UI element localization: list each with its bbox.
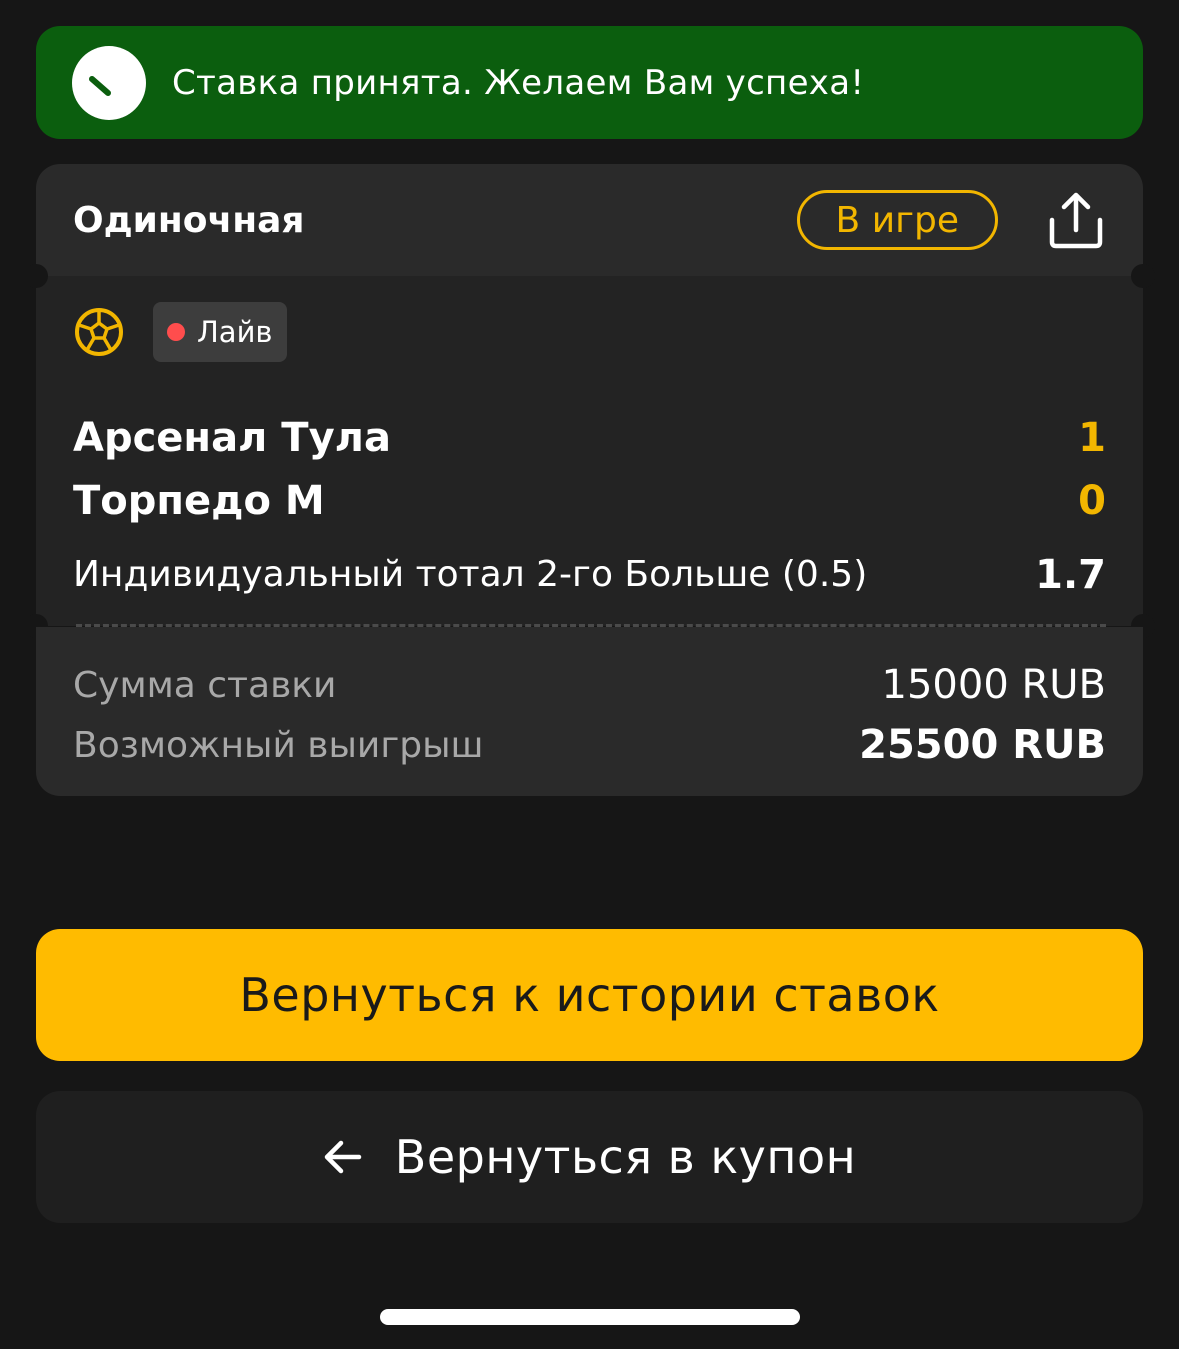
stake-label: Сумма ставки bbox=[73, 664, 337, 706]
share-icon bbox=[1049, 192, 1103, 249]
payout-row: Возможный выигрыш 25500 RUB bbox=[73, 715, 1106, 775]
ticket-notch bbox=[1131, 264, 1155, 288]
status-label: В игре bbox=[835, 199, 959, 241]
market-name: Индивидуальный тотал 2-го Больше (0.5) bbox=[73, 554, 868, 595]
bet-history-button-label: Вернуться к истории ставок bbox=[239, 968, 940, 1022]
stake-value: 15000 RUB bbox=[881, 662, 1106, 708]
payout-value: 25500 RUB bbox=[859, 722, 1106, 768]
live-dot bbox=[167, 323, 185, 341]
bet-card-body: Лайв Арсенал Тула 1 Торпедо М 0 Индивиду… bbox=[36, 276, 1143, 626]
market-row: Индивидуальный тотал 2-го Больше (0.5) 1… bbox=[73, 543, 1106, 606]
live-badge: Лайв bbox=[153, 302, 287, 362]
event-meta: Лайв bbox=[73, 302, 1106, 362]
odds-value: 1.7 bbox=[1035, 551, 1106, 598]
bet-summary: Сумма ставки 15000 RUB Возможный выигрыш… bbox=[36, 627, 1143, 796]
share-button[interactable] bbox=[1046, 190, 1106, 250]
success-message: Ставка принята. Желаем Вам успеха! bbox=[172, 62, 865, 103]
bet-history-button[interactable]: Вернуться к истории ставок bbox=[36, 929, 1143, 1061]
ticket-notch bbox=[24, 264, 48, 288]
bet-confirmation-screen: Ставка принята. Желаем Вам успеха! Одино… bbox=[0, 0, 1179, 1349]
arrow-left-icon bbox=[323, 1137, 363, 1177]
back-to-coupon-label: Вернуться в купон bbox=[394, 1130, 857, 1184]
soccer-ball-icon bbox=[75, 308, 123, 356]
home-team-row: Арсенал Тула 1 bbox=[73, 406, 1106, 469]
payout-label: Возможный выигрыш bbox=[73, 724, 484, 766]
status-badge: В игре bbox=[796, 190, 998, 250]
away-team-row: Торпедо М 0 bbox=[73, 469, 1106, 532]
home-indicator bbox=[380, 1309, 800, 1325]
back-to-coupon-button[interactable]: Вернуться в купон bbox=[36, 1091, 1143, 1223]
home-team-score: 1 bbox=[1078, 414, 1106, 461]
home-team-name: Арсенал Тула bbox=[73, 414, 391, 461]
live-label: Лайв bbox=[197, 315, 273, 349]
bet-type-label: Одиночная bbox=[73, 199, 305, 241]
away-team-name: Торпедо М bbox=[73, 477, 325, 524]
bet-card-header: Одиночная В игре bbox=[36, 164, 1143, 276]
success-banner: Ставка принята. Желаем Вам успеха! bbox=[36, 26, 1143, 139]
away-team-score: 0 bbox=[1078, 477, 1106, 524]
stake-row: Сумма ставки 15000 RUB bbox=[73, 655, 1106, 715]
clock-icon bbox=[72, 45, 146, 120]
